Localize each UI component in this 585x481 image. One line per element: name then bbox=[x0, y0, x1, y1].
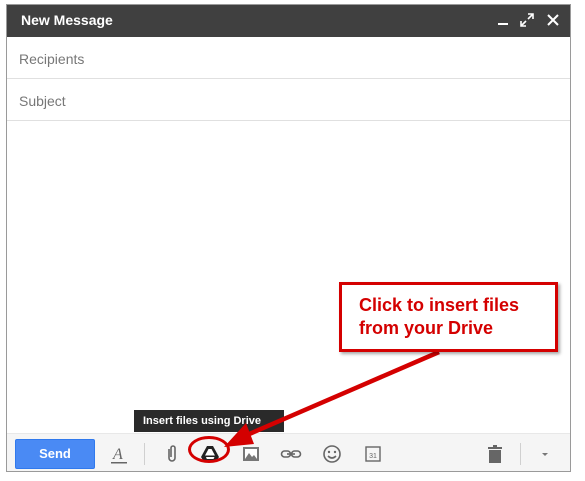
formatting-icon[interactable]: A bbox=[107, 442, 131, 466]
compose-toolbar: Send A 31 bbox=[7, 433, 570, 471]
image-icon[interactable] bbox=[239, 442, 263, 466]
minimize-icon[interactable] bbox=[494, 11, 512, 29]
send-button[interactable]: Send bbox=[15, 439, 95, 469]
callout-line-1: Click to insert files bbox=[359, 295, 520, 315]
annotation-callout: Click to insert files from your Drive bbox=[339, 282, 558, 352]
google-drive-icon[interactable] bbox=[198, 442, 222, 466]
subject-row bbox=[7, 79, 570, 121]
callout-line-2: from your Drive bbox=[359, 318, 494, 338]
trash-icon[interactable] bbox=[483, 442, 507, 466]
smiley-icon[interactable] bbox=[320, 442, 344, 466]
paperclip-icon[interactable] bbox=[160, 442, 184, 466]
drive-tooltip: Insert files using Drive bbox=[134, 410, 284, 432]
toolbar-separator bbox=[520, 443, 521, 465]
subject-input[interactable] bbox=[17, 89, 551, 113]
callout-text: Click to insert files from your Drive bbox=[359, 294, 554, 340]
svg-text:A: A bbox=[112, 446, 123, 463]
recipients-row bbox=[7, 37, 570, 79]
compose-titlebar[interactable]: New Message bbox=[7, 5, 570, 37]
calendar-icon[interactable]: 31 bbox=[361, 442, 385, 466]
screenshot-stage: New Message Recipients Subject Send A 31… bbox=[0, 0, 585, 481]
more-options-icon[interactable] bbox=[533, 442, 557, 466]
compose-title: New Message bbox=[21, 12, 113, 28]
message-body[interactable] bbox=[7, 123, 570, 433]
close-icon[interactable] bbox=[544, 11, 562, 29]
toolbar-separator bbox=[144, 443, 145, 465]
expand-icon[interactable] bbox=[518, 11, 536, 29]
compose-window: New Message Recipients Subject Send A 31 bbox=[6, 4, 571, 472]
calendar-day: 31 bbox=[369, 453, 377, 460]
link-icon[interactable] bbox=[279, 442, 303, 466]
recipients-input[interactable] bbox=[17, 47, 551, 71]
